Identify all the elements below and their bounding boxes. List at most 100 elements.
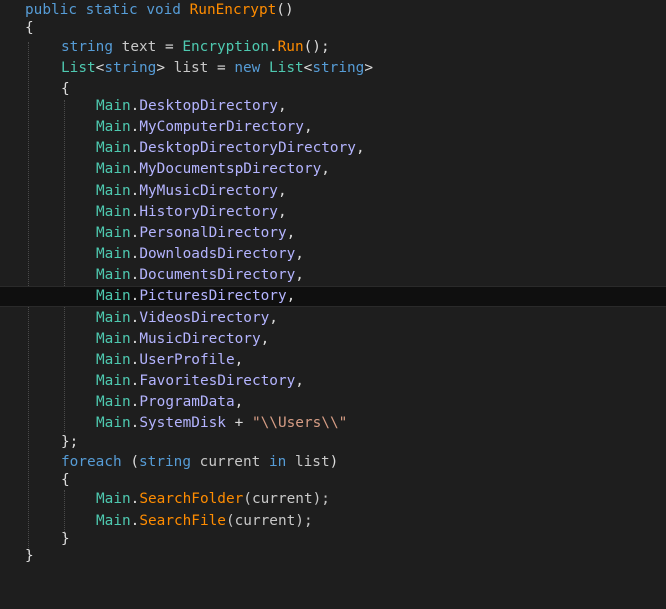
property-directory: DesktopDirectory (139, 98, 278, 114)
punct-parens: () (276, 2, 294, 18)
var-text: text (121, 39, 157, 55)
type-list: List (269, 60, 304, 76)
class-main: Main (96, 246, 131, 262)
string-users: "\\Users\\" (251, 415, 348, 431)
code-line-dir-16[interactable]: Main.SystemDisk + "\\Users\\" (0, 413, 666, 434)
keyword-string: string (312, 60, 365, 76)
class-main: Main (96, 140, 131, 156)
keyword-string: string (104, 60, 157, 76)
keyword-string: string (139, 454, 191, 470)
class-main: Main (96, 491, 131, 507)
punct-comma: , (295, 246, 304, 262)
code-line-dir-15[interactable]: Main.ProgramData, (0, 392, 666, 413)
var-list: list (173, 60, 209, 76)
code-line-dir-10-current[interactable]: Main.PicturesDirectory, (0, 286, 666, 307)
class-main: Main (96, 161, 131, 177)
punct-rparen: ) (329, 454, 339, 470)
punct-eq: = (216, 60, 226, 76)
property-directory: MusicDirectory (139, 331, 261, 347)
code-line-method-close[interactable]: } (0, 546, 666, 567)
property-system-disk: SystemDisk (139, 415, 226, 431)
class-main: Main (96, 415, 131, 431)
var-current: current (199, 454, 261, 470)
class-main: Main (96, 331, 131, 347)
punct-eq: = (164, 39, 174, 55)
property-directory: MyComputerDirectory (139, 119, 304, 135)
keyword-string: string (61, 39, 113, 55)
code-line-4[interactable]: List<string> list = new List<string> (0, 58, 666, 79)
keyword-foreach: foreach (61, 454, 122, 470)
property-directory: DesktopDirectoryDirectory (139, 140, 356, 156)
class-main: Main (96, 394, 131, 410)
property-directory: HistoryDirectory (139, 204, 278, 220)
method-search-file: SearchFile (139, 513, 226, 529)
class-main: Main (96, 267, 131, 283)
punct-comma: , (286, 288, 296, 304)
punct-comma: , (303, 119, 313, 135)
code-line-dir-14[interactable]: Main.FavoritesDirectory, (0, 371, 666, 392)
punct-comma: , (295, 267, 304, 283)
code-line-dir-1[interactable]: Main.DesktopDirectory, (0, 96, 666, 117)
class-encryption: Encryption (182, 39, 269, 55)
punct-comma: , (234, 394, 244, 410)
punct-comma: , (295, 373, 304, 389)
punct-comma: , (234, 352, 244, 368)
property-directory: VideosDirectory (139, 310, 270, 326)
punct-call-end: (); (303, 39, 330, 55)
code-line-dir-4[interactable]: Main.MyDocumentspDirectory, (0, 159, 666, 180)
keyword-public: public (25, 2, 77, 18)
keyword-in: in (268, 454, 287, 470)
class-main: Main (96, 183, 131, 199)
code-line-dir-12[interactable]: Main.MusicDirectory, (0, 329, 666, 350)
code-line-dir-8[interactable]: Main.DownloadsDirectory, (0, 244, 666, 265)
class-main: Main (96, 98, 131, 114)
code-line-dir-7[interactable]: Main.PersonalDirectory, (0, 223, 666, 244)
punct-comma: , (269, 310, 278, 326)
property-directory: PicturesDirectory (139, 288, 287, 304)
property-directory: FavoritesDirectory (139, 373, 296, 389)
property-directory: ProgramData (139, 394, 235, 410)
property-directory: DocumentsDirectory (139, 267, 296, 283)
punct-comma: , (277, 98, 287, 114)
class-main: Main (96, 513, 131, 529)
code-line-dir-5[interactable]: Main.MyMusicDirectory, (0, 181, 666, 202)
property-directory: MyMusicDirectory (139, 183, 278, 199)
keyword-static: static (85, 2, 138, 18)
property-directory: MyDocumentspDirectory (139, 161, 322, 177)
brace-open: { (25, 20, 34, 36)
keyword-void: void (146, 2, 181, 18)
class-main: Main (96, 204, 131, 220)
code-line-dir-2[interactable]: Main.MyComputerDirectory, (0, 117, 666, 138)
punct-plus: + (234, 415, 244, 431)
brace-open: { (61, 472, 70, 488)
class-main: Main (96, 119, 131, 135)
punct-gt: > (364, 60, 373, 76)
code-line-3[interactable]: string text = Encryption.Run(); (0, 37, 666, 58)
code-line-dir-9[interactable]: Main.DocumentsDirectory, (0, 265, 666, 286)
method-run: Run (277, 39, 304, 55)
code-editor[interactable]: public static void RunEncrypt() { string… (0, 0, 666, 564)
code-line-dir-13[interactable]: Main.UserProfile, (0, 350, 666, 371)
punct-comma: , (277, 204, 287, 220)
keyword-new: new (234, 60, 261, 76)
punct-comma: , (355, 140, 365, 156)
var-list: list (294, 454, 330, 470)
brace-close: } (25, 548, 34, 564)
brace-close-semi: }; (61, 434, 79, 450)
code-line-2[interactable]: { (0, 18, 666, 39)
code-line-dir-3[interactable]: Main.DesktopDirectoryDirectory, (0, 138, 666, 159)
code-line-foreach-open[interactable]: { (0, 470, 666, 491)
code-line-dir-6[interactable]: Main.HistoryDirectory, (0, 202, 666, 223)
class-main: Main (96, 373, 131, 389)
class-main: Main (96, 352, 131, 368)
punct-comma: , (260, 331, 270, 347)
punct-comma: , (286, 225, 296, 241)
call-args: (current); (225, 513, 313, 529)
code-line-list-close[interactable]: }; (0, 432, 666, 453)
type-list: List (61, 60, 96, 76)
punct-dot: . (268, 39, 278, 55)
class-main: Main (96, 310, 131, 326)
method-search-folder: SearchFolder (139, 491, 244, 507)
code-line-dir-11[interactable]: Main.VideosDirectory, (0, 308, 666, 329)
code-line-search-folder[interactable]: Main.SearchFolder(current); (0, 489, 666, 510)
